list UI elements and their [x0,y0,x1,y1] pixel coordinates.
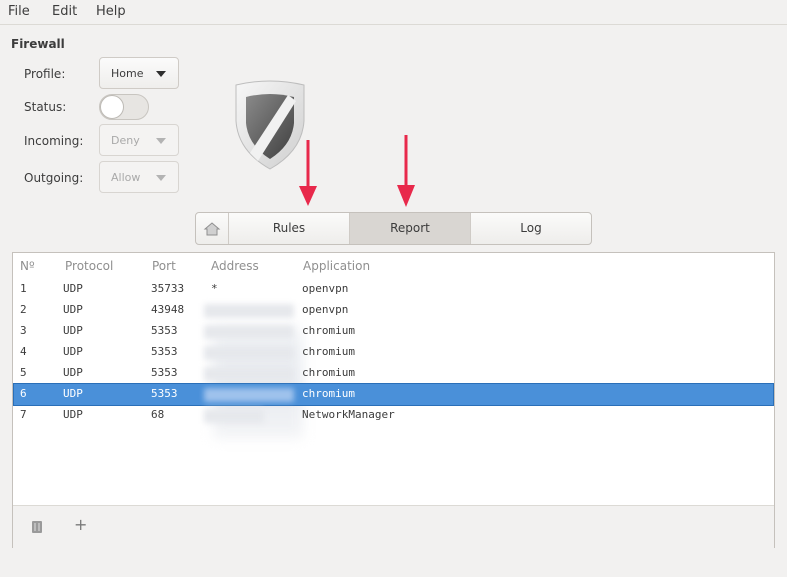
report-table: Nº Protocol Port Address Application 1 UD… [12,252,775,548]
cell-n: 2 [20,303,27,316]
cell-application: chromium [302,324,355,337]
cell-port: 35733 [151,282,185,295]
table-row[interactable]: 7 UDP 68 NetworkManager [14,405,773,426]
add-icon[interactable]: + [74,515,87,534]
redacted-address [204,409,264,423]
table-row[interactable]: 4 UDP 5353 chromium [14,342,773,363]
cell-n: 1 [20,282,27,295]
cell-port: 5353 [151,366,178,379]
cell-application: openvpn [302,282,349,295]
view-tab-bar: Rules Report Log [195,212,592,245]
status-toggle[interactable] [99,94,149,120]
cell-protocol: UDP [63,387,83,400]
tab-log[interactable]: Log [470,213,591,244]
cell-n: 4 [20,345,27,358]
redacted-address [204,367,294,381]
cell-application: chromium [302,345,355,358]
menu-help[interactable]: Help [96,4,126,19]
redacted-address [204,346,294,360]
cell-port: 5353 [151,345,178,358]
menu-file[interactable]: File [8,4,30,19]
cell-application: chromium [302,366,355,379]
annotation-arrow-rules [299,140,317,206]
annotation-arrow-report [397,135,415,207]
firewall-section-title: Firewall [11,37,65,51]
column-header-number[interactable]: Nº [20,259,35,273]
redacted-address [204,325,294,339]
home-icon [203,222,221,236]
table-row[interactable]: 3 UDP 5353 chromium [14,321,773,342]
cell-port: 5353 [151,387,178,400]
cell-n: 6 [20,387,27,400]
table-row[interactable]: 1 UDP 35733 * openvpn [14,279,773,300]
table-toolbar: + [13,505,774,548]
redacted-address [204,304,294,318]
column-header-protocol[interactable]: Protocol [65,259,113,273]
outgoing-select[interactable]: Allow [99,161,179,193]
incoming-select[interactable]: Deny [99,124,179,156]
trash-icon[interactable] [31,520,43,534]
cell-protocol: UDP [63,366,83,379]
outgoing-value: Allow [111,171,141,184]
table-row[interactable]: 2 UDP 43948 openvpn [14,300,773,321]
cell-protocol: UDP [63,408,83,421]
tab-rules[interactable]: Rules [228,213,349,244]
cell-port: 43948 [151,303,185,316]
cell-n: 7 [20,408,27,421]
column-header-port[interactable]: Port [152,259,176,273]
cell-protocol: UDP [63,303,83,316]
chevron-down-icon [156,175,166,181]
cell-protocol: UDP [63,282,83,295]
cell-application: openvpn [302,303,349,316]
cell-application: NetworkManager [302,408,395,421]
table-row[interactable]: 5 UDP 5353 chromium [14,363,773,384]
status-label: Status: [24,100,67,114]
incoming-value: Deny [111,134,140,147]
column-header-address[interactable]: Address [211,259,259,273]
cell-application: chromium [302,387,355,400]
table-row[interactable]: 6 UDP 5353 chromium [13,383,774,406]
cell-port: 68 [151,408,165,421]
menu-bar: File Edit Help [0,0,787,25]
menu-edit[interactable]: Edit [52,4,77,19]
column-header-application[interactable]: Application [303,259,370,273]
toggle-knob [100,95,124,119]
cell-n: 3 [20,324,27,337]
cell-protocol: UDP [63,345,83,358]
profile-label: Profile: [24,67,66,81]
profile-select[interactable]: Home [99,57,179,89]
outgoing-label: Outgoing: [24,171,84,185]
chevron-down-icon [156,138,166,144]
profile-value: Home [111,67,144,80]
tab-home[interactable] [196,213,228,244]
incoming-label: Incoming: [24,134,84,148]
chevron-down-icon [156,71,166,77]
cell-port: 5353 [151,324,178,337]
redacted-address [204,388,294,402]
tab-report[interactable]: Report [349,213,470,244]
cell-n: 5 [20,366,27,379]
cell-protocol: UDP [63,324,83,337]
cell-address: * [211,282,218,295]
